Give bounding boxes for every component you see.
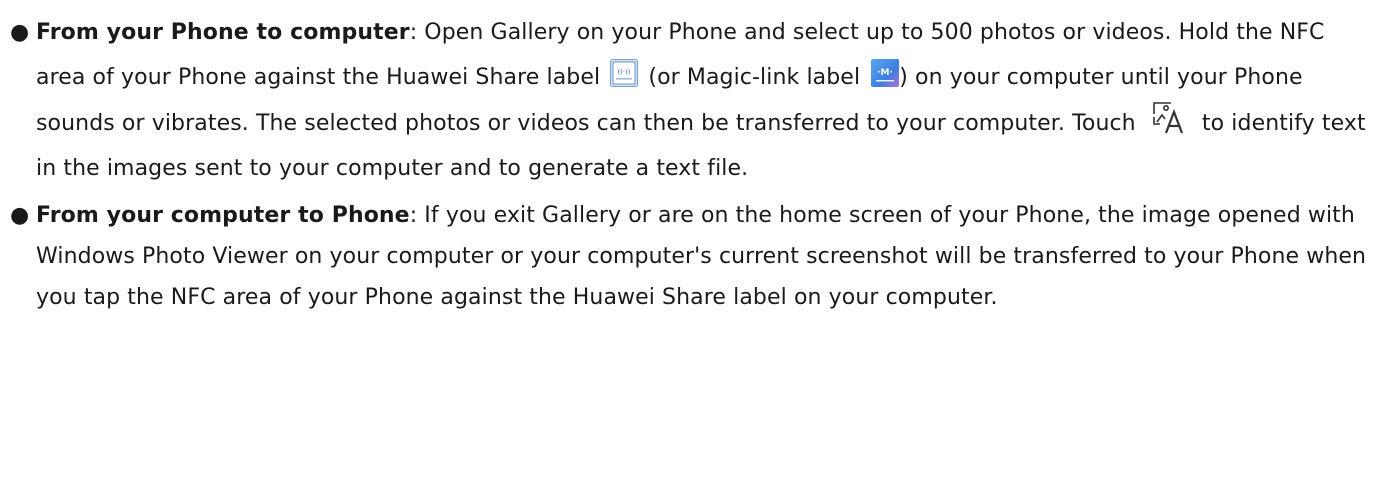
svg-text:((·)): ((·))	[618, 68, 631, 76]
text-recognition-icon	[1151, 100, 1187, 136]
bullet-dot: ●	[10, 20, 30, 45]
bullet-dot: ●	[10, 203, 30, 228]
bullet-list: ● From your Phone to computer: Open Gall…	[0, 10, 1380, 318]
huawei-share-label-icon: ((·))	[610, 58, 639, 87]
svg-text:·M·: ·M·	[877, 68, 893, 78]
list-item-computer-to-phone: ● From your computer to Phone: If you ex…	[0, 195, 1380, 318]
magic-link-label-icon: ·M·	[871, 58, 900, 87]
item-text-part-3: )	[899, 65, 908, 90]
item-text-part-2: (or Magic-link label	[648, 65, 861, 90]
item-title: From your Phone to computer	[36, 20, 410, 45]
document-page: ● From your Phone to computer: Open Gall…	[0, 10, 1380, 502]
item-title: From your computer to Phone	[36, 203, 410, 228]
list-item-phone-to-computer: ● From your Phone to computer: Open Gall…	[0, 10, 1380, 191]
